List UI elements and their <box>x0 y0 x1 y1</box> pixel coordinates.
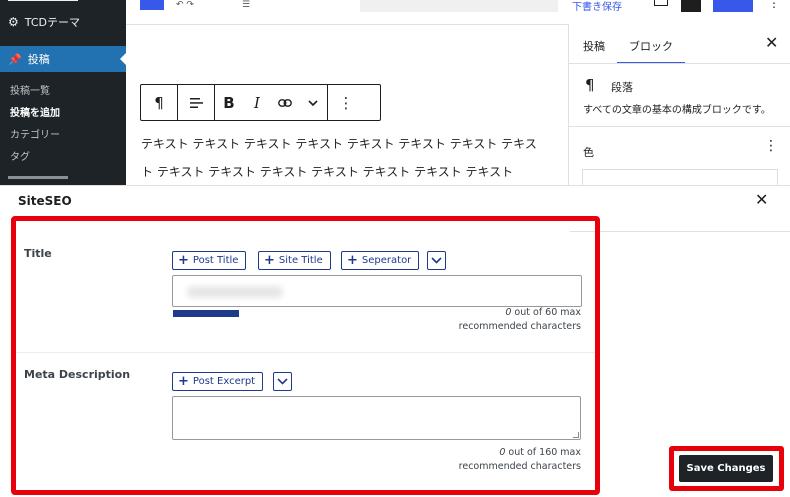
submenu-tags[interactable]: タグ <box>10 148 30 163</box>
sidebar-item-label: 投稿 <box>27 53 50 66</box>
block-toolbar: ¶ B I ⋮ <box>140 84 381 121</box>
color-section-label: 色 <box>583 146 594 159</box>
publish-button[interactable] <box>713 0 753 12</box>
bold-button[interactable]: B <box>215 85 243 120</box>
italic-button[interactable]: I <box>243 85 271 120</box>
counter-text: out of 160 max <box>505 447 581 458</box>
submenu-add-post[interactable]: 投稿を追加 <box>10 104 60 119</box>
paragraph-block[interactable]: テキスト テキスト テキスト テキスト テキスト テキスト テキスト テキス ト… <box>141 130 555 186</box>
field-divider <box>16 352 595 353</box>
chevron-down-icon <box>277 378 288 385</box>
block-options-kebab-icon[interactable]: ⋮ <box>328 85 364 120</box>
title-input[interactable] <box>172 275 582 307</box>
tabs-divider <box>569 63 790 64</box>
meta-description-label: Meta Description <box>24 368 131 381</box>
paragraph-line: ト テキスト テキスト テキスト テキスト テキスト テキスト テキスト <box>141 165 514 179</box>
settings-sidebar: 投稿 ブロック ✕ ¶ 段落 すべての文章の基本の構成ブロックです。 色 ⋮ <box>568 24 790 195</box>
cut-off-menu-item <box>0 0 126 4</box>
close-icon[interactable]: ✕ <box>765 33 778 52</box>
sidebar-item-tcd-theme[interactable]: ⚙ TCDテーマ <box>0 10 126 34</box>
tab-block[interactable]: ブロック <box>617 38 685 64</box>
submenu-categories[interactable]: カテゴリー <box>10 126 60 141</box>
align-icon[interactable] <box>178 85 214 120</box>
button-label: Site Title <box>278 255 323 266</box>
topbar-divider <box>126 24 568 25</box>
separator-tag-button[interactable]: + Seperator <box>341 251 420 270</box>
link-icon[interactable] <box>271 85 299 120</box>
chevron-down-icon[interactable] <box>299 85 327 120</box>
editor-window: ⚙ TCDテーマ 📌 投稿 投稿一覧 投稿を追加 カテゴリー タグ ↶ ↷ ☰ … <box>0 0 790 497</box>
admin-sidebar: ⚙ TCDテーマ 📌 投稿 投稿一覧 投稿を追加 カテゴリー タグ <box>0 0 126 185</box>
title-length-progress <box>173 310 239 317</box>
paragraph-icon[interactable]: ¶ <box>141 85 177 120</box>
counter-subtext: recommended characters <box>458 321 581 332</box>
sidebar-item-label: TCDテーマ <box>24 16 80 29</box>
site-title-tag-button[interactable]: + Site Title <box>258 251 331 270</box>
plus-icon: + <box>264 253 275 268</box>
pin-icon: 📌 <box>8 52 22 66</box>
button-label: Seperator <box>361 255 412 266</box>
title-field-label: Title <box>24 247 52 260</box>
block-description: すべての文章の基本の構成ブロックです。 <box>583 105 771 116</box>
panel-divider <box>570 231 790 232</box>
submenu-all-posts[interactable]: 投稿一覧 <box>10 82 50 97</box>
settings-toggle-icon[interactable] <box>681 0 701 12</box>
tab-post[interactable]: 投稿 <box>583 38 605 54</box>
title-char-counter: 0 out of 60 max recommended characters <box>381 306 581 334</box>
plus-icon: + <box>178 374 189 389</box>
post-excerpt-tag-button[interactable]: + Post Excerpt <box>172 372 264 391</box>
meta-description-textarea[interactable] <box>172 396 581 440</box>
button-label: Post Excerpt <box>192 376 256 387</box>
options-kebab-icon[interactable]: ⋮ <box>768 0 780 10</box>
preview-icon[interactable] <box>654 0 668 6</box>
button-label: Post Title <box>192 255 239 266</box>
color-options-kebab-icon[interactable]: ⋮ <box>764 138 778 154</box>
block-title: 段落 <box>611 81 633 94</box>
section-divider <box>569 126 790 127</box>
add-block-button[interactable] <box>140 0 164 10</box>
undo-icon[interactable]: ↶ ↷ <box>176 0 194 10</box>
counter-text: out of 60 max <box>511 307 581 318</box>
sidebar-item-posts[interactable]: 📌 投稿 <box>0 46 126 72</box>
gear-icon: ⚙ <box>8 15 19 29</box>
list-view-icon[interactable]: ☰ <box>242 0 250 10</box>
post-title-tag-button[interactable]: + Post Title <box>172 251 247 270</box>
more-tags-dropdown[interactable] <box>273 372 292 391</box>
chevron-down-icon <box>431 257 442 264</box>
plus-icon: + <box>347 253 358 268</box>
save-changes-button[interactable]: Save Changes <box>679 455 773 482</box>
save-draft-link[interactable]: 下書き保存 <box>572 0 622 13</box>
description-char-counter: 0 out of 160 max recommended characters <box>381 446 581 474</box>
plus-icon: + <box>178 253 189 268</box>
close-icon[interactable]: ✕ <box>755 190 768 209</box>
resize-handle-icon[interactable] <box>573 432 579 438</box>
paragraph-icon: ¶ <box>585 76 595 94</box>
cut-off-menu-item <box>8 176 68 179</box>
siteseo-header: SiteSEO <box>18 194 72 208</box>
paragraph-line: テキスト テキスト テキスト テキスト テキスト テキスト テキスト テキス <box>141 137 537 151</box>
more-tags-dropdown[interactable] <box>427 251 446 270</box>
counter-subtext: recommended characters <box>458 461 581 472</box>
blurred-title-text <box>187 286 283 298</box>
command-palette[interactable] <box>360 0 558 12</box>
